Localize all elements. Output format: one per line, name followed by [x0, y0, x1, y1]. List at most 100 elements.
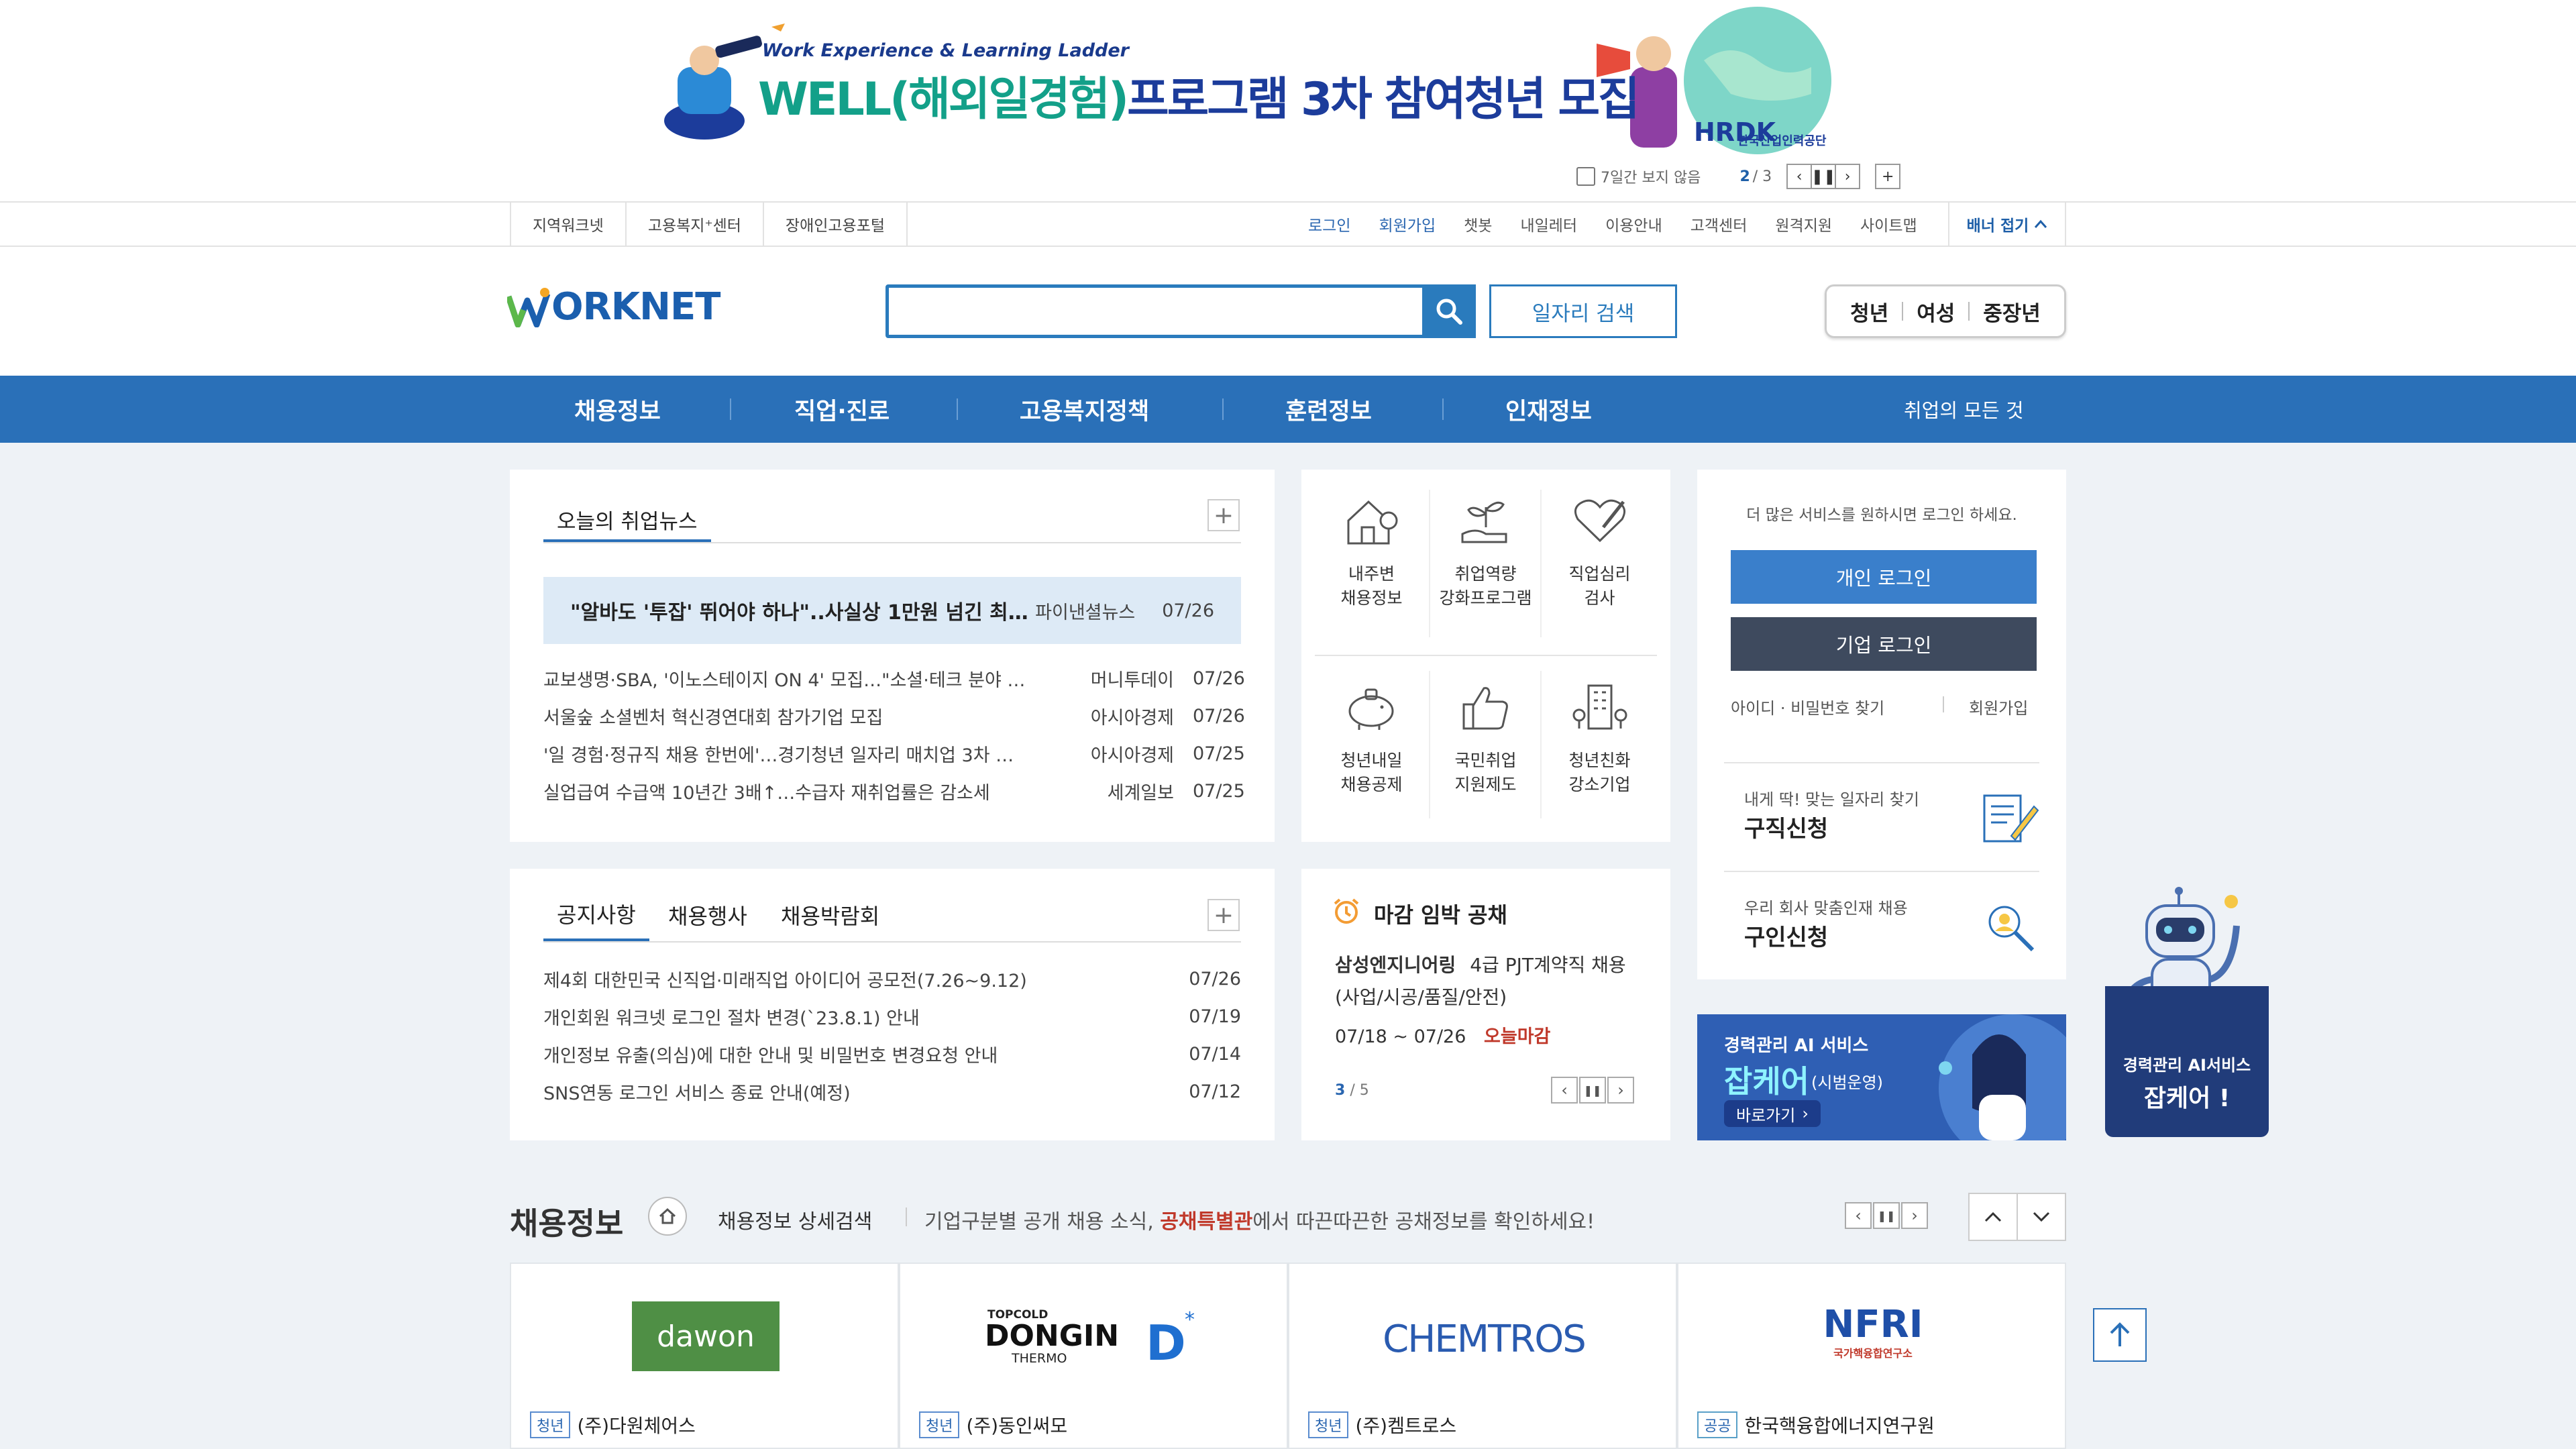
deadline-panel: 마감 임박 공채 삼성엔지니어링 4급 PJT계약직 채용 (사업/시공/품질/…	[1301, 869, 1670, 1140]
banner-fold-label: 배너 접기	[1966, 217, 2029, 235]
news-item[interactable]: '일 경험·정규직 채용 한번에'…경기청년 일자리 매치업 3차 … 아시아경제…	[543, 735, 1245, 772]
scroll-down-button[interactable]	[2018, 1194, 2065, 1240]
jobcare-ai-banner[interactable]: 경력관리 AI 서비스 잡케어 (시범운영) 바로가기 ›	[1697, 1014, 2066, 1140]
notice-item[interactable]: 개인정보 유출(의심)에 대한 안내 및 비밀번호 변경요청 안내 07/14	[543, 1035, 1241, 1073]
nav-recruitment[interactable]: 채용정보	[574, 376, 661, 443]
chatbot-link[interactable]: 챗봇	[1464, 213, 1492, 235]
news-more-button[interactable]: +	[1208, 499, 1240, 531]
news-item[interactable]: 실업급여 수급액 10년간 3배↑…수급자 재취업률은 감소세 세계일보 07/25	[543, 772, 1245, 810]
search-button[interactable]	[1422, 284, 1476, 338]
chevron-right-icon: ›	[1844, 168, 1851, 185]
service-national-employment-support[interactable]: 국민취업 지원제도	[1430, 656, 1541, 837]
tag-youth: 청년	[530, 1411, 571, 1438]
news-source: 아시아경제	[1090, 745, 1174, 766]
guide-link[interactable]: 이용안내	[1605, 213, 1662, 235]
banner-prev-button[interactable]: ‹	[1786, 164, 1813, 189]
find-id-password-link[interactable]: 아이디 · 비밀번호 찾기	[1731, 695, 1884, 718]
target-middle-aged[interactable]: 중장년	[1983, 297, 2041, 327]
service-label: 청년친화 강소기업	[1568, 751, 1631, 794]
worknet-logo[interactable]: ORKNET	[507, 285, 720, 329]
job-section-desc: 기업구분별 공개 채용 소식, 공채특별관에서 따끈따끈한 공채정보를 확인하세…	[924, 1205, 1595, 1234]
deadline-prev-button[interactable]: ‹	[1551, 1077, 1578, 1104]
deadline-next-button[interactable]: ›	[1607, 1077, 1634, 1104]
deadline-position: 4급 PJT계약직 채용	[1470, 954, 1626, 976]
jobs-pause-button[interactable]: ❚❚	[1873, 1202, 1900, 1229]
deadline-page-total: / 5	[1350, 1082, 1369, 1099]
job-card[interactable]: NFRI 국가핵융합연구소 공공 한국핵융합에너지연구원	[1677, 1263, 2066, 1449]
tab-notice[interactable]: 공지사항	[543, 889, 649, 941]
tab-job-fairs[interactable]: 채용박람회	[781, 889, 879, 941]
deadline-page-current: 3	[1335, 1082, 1346, 1099]
notice-title: 개인정보 유출(의심)에 대한 안내 및 비밀번호 변경요청 안내	[543, 1045, 998, 1067]
hide-7days-label[interactable]: 7일간 보지 않음	[1601, 166, 1701, 187]
notice-date: 07/26	[1189, 968, 1241, 989]
news-headline[interactable]: "알바도 '투잡' 뛰어야 하나"..사실상 1만원 넘긴 최… 파이낸셜뉴스 …	[543, 577, 1241, 644]
link-regional-worknet[interactable]: 지역워크넷	[510, 203, 625, 246]
service-capacity-program[interactable]: 취업역량 강화프로그램	[1430, 470, 1541, 651]
detail-search-link[interactable]: 채용정보 상세검색	[718, 1205, 872, 1234]
related-sites: 지역워크넷 고용복지⁺센터 장애인고용포털	[510, 203, 908, 246]
company-logo-chemtros: CHEMTROS	[1383, 1318, 1587, 1361]
link-employment-welfare-center[interactable]: 고용복지⁺센터	[625, 203, 763, 246]
service-psych-test[interactable]: 직업심리 검사	[1544, 470, 1655, 651]
login-signup-link[interactable]: 회원가입	[1969, 695, 2028, 718]
desc-prefix: 기업구분별 공개 채용 소식,	[924, 1210, 1154, 1234]
nav-training[interactable]: 훈련정보	[1285, 376, 1372, 443]
nav-all-employment[interactable]: 취업의 모든 것	[1904, 376, 2024, 443]
nav-welfare-policy[interactable]: 고용복지정책	[1020, 376, 1149, 443]
news-item[interactable]: 교보생명·SBA, '이노스테이지 ON 4' 모집…"소셜·테크 분야 … 머니…	[543, 659, 1245, 697]
ai-banner-brand: 잡케어	[1724, 1063, 1809, 1099]
service-youth-friendly-companies[interactable]: 청년친화 강소기업	[1544, 656, 1655, 837]
deadline-job[interactable]: 삼성엔지니어링 4급 PJT계약직 채용 (사업/시공/품질/안전)	[1335, 949, 1644, 1014]
hide-7days-checkbox[interactable]	[1576, 167, 1595, 186]
jobcare-robot-banner[interactable]: 경력관리 AI서비스 잡케어 !	[2105, 885, 2269, 1137]
customer-center-link[interactable]: 고객센터	[1690, 213, 1748, 235]
job-card[interactable]: TOPCOLD DONGIN THERMO D * 청년 (주)동인써모	[899, 1263, 1288, 1449]
corporate-login-button[interactable]: 기업 로그인	[1731, 617, 2037, 671]
scroll-up-button[interactable]	[1970, 1194, 2018, 1240]
sitemap-link[interactable]: 사이트맵	[1860, 213, 1917, 235]
nav-talent[interactable]: 인재정보	[1505, 376, 1592, 443]
target-youth[interactable]: 청년	[1850, 297, 1888, 327]
banner-pause-button[interactable]: ❚❚	[1811, 164, 1837, 189]
job-seeking-apply-link[interactable]: 내게 딱! 맞는 일자리 찾기 구직신청	[1724, 762, 2039, 871]
banner-fold-button[interactable]: 배너 접기	[1948, 203, 2066, 246]
newsletter-link[interactable]: 내일레터	[1520, 213, 1577, 235]
job-card[interactable]: dawon 청년 (주)다원체어스	[510, 1263, 899, 1449]
link-disabled-employment-portal[interactable]: 장애인고용포털	[762, 203, 908, 246]
tab-recruit-events[interactable]: 채용행사	[668, 889, 747, 941]
notice-item[interactable]: 개인회원 워크넷 로그인 절차 변경(`23.8.1) 안내 07/19	[543, 998, 1241, 1035]
job-card[interactable]: CHEMTROS 청년 (주)켐트로스	[1288, 1263, 1677, 1449]
news-title: 교보생명·SBA, '이노스테이지 ON 4' 모집…"소셜·테크 분야 …	[543, 669, 1026, 691]
top-banner[interactable]: HRDK Work Experience & Learning Ladder W…	[0, 0, 2576, 201]
person-search-icon	[1988, 906, 2035, 952]
login-link[interactable]: 로그인	[1308, 213, 1350, 235]
back-to-top-button[interactable]	[2093, 1308, 2147, 1362]
recruit-apply-link[interactable]: 우리 회사 맞춤인재 채용 구인신청	[1724, 871, 2039, 979]
remote-support-link[interactable]: 원격지원	[1775, 213, 1832, 235]
jobs-next-button[interactable]: ›	[1901, 1202, 1928, 1229]
robot-banner-line2: 잡케어 !	[2143, 1085, 2231, 1112]
jobs-prev-button[interactable]: ‹	[1845, 1202, 1872, 1229]
home-button[interactable]	[648, 1197, 687, 1236]
public-recruit-hall-link[interactable]: 공채특별관	[1160, 1210, 1252, 1234]
tag-youth: 청년	[919, 1411, 960, 1438]
deadline-pause-button[interactable]: ❚❚	[1579, 1077, 1606, 1104]
service-youth-savings[interactable]: 청년내일 채용공제	[1316, 656, 1427, 837]
nav-career[interactable]: 직업·진로	[794, 376, 890, 443]
target-women[interactable]: 여성	[1917, 297, 1955, 327]
banner-more-button[interactable]: +	[1875, 164, 1901, 189]
news-item[interactable]: 서울숲 소셜벤처 혁신경연대회 참가기업 모집 아시아경제 07/26	[543, 697, 1245, 735]
job-search-button[interactable]: 일자리 검색	[1489, 284, 1677, 338]
notice-more-button[interactable]: +	[1208, 899, 1240, 931]
banner-next-button[interactable]: ›	[1835, 164, 1861, 189]
signup-link[interactable]: 회원가입	[1379, 213, 1436, 235]
banner-page-current: 2	[1739, 168, 1750, 185]
search-input[interactable]	[885, 284, 1476, 338]
service-nearby-jobs[interactable]: 내주변 채용정보	[1316, 470, 1427, 651]
personal-login-button[interactable]: 개인 로그인	[1731, 550, 2037, 604]
ai-banner-go-button[interactable]: 바로가기 ›	[1724, 1100, 1821, 1127]
notice-item[interactable]: 제4회 대한민국 신직업·미래직업 아이디어 공모전(7.26~9.12) 07/…	[543, 960, 1241, 998]
notice-item[interactable]: SNS연동 로그인 서비스 종료 안내(예정) 07/12	[543, 1073, 1241, 1110]
tab-today-news[interactable]: 오늘의 취업뉴스	[543, 499, 711, 542]
